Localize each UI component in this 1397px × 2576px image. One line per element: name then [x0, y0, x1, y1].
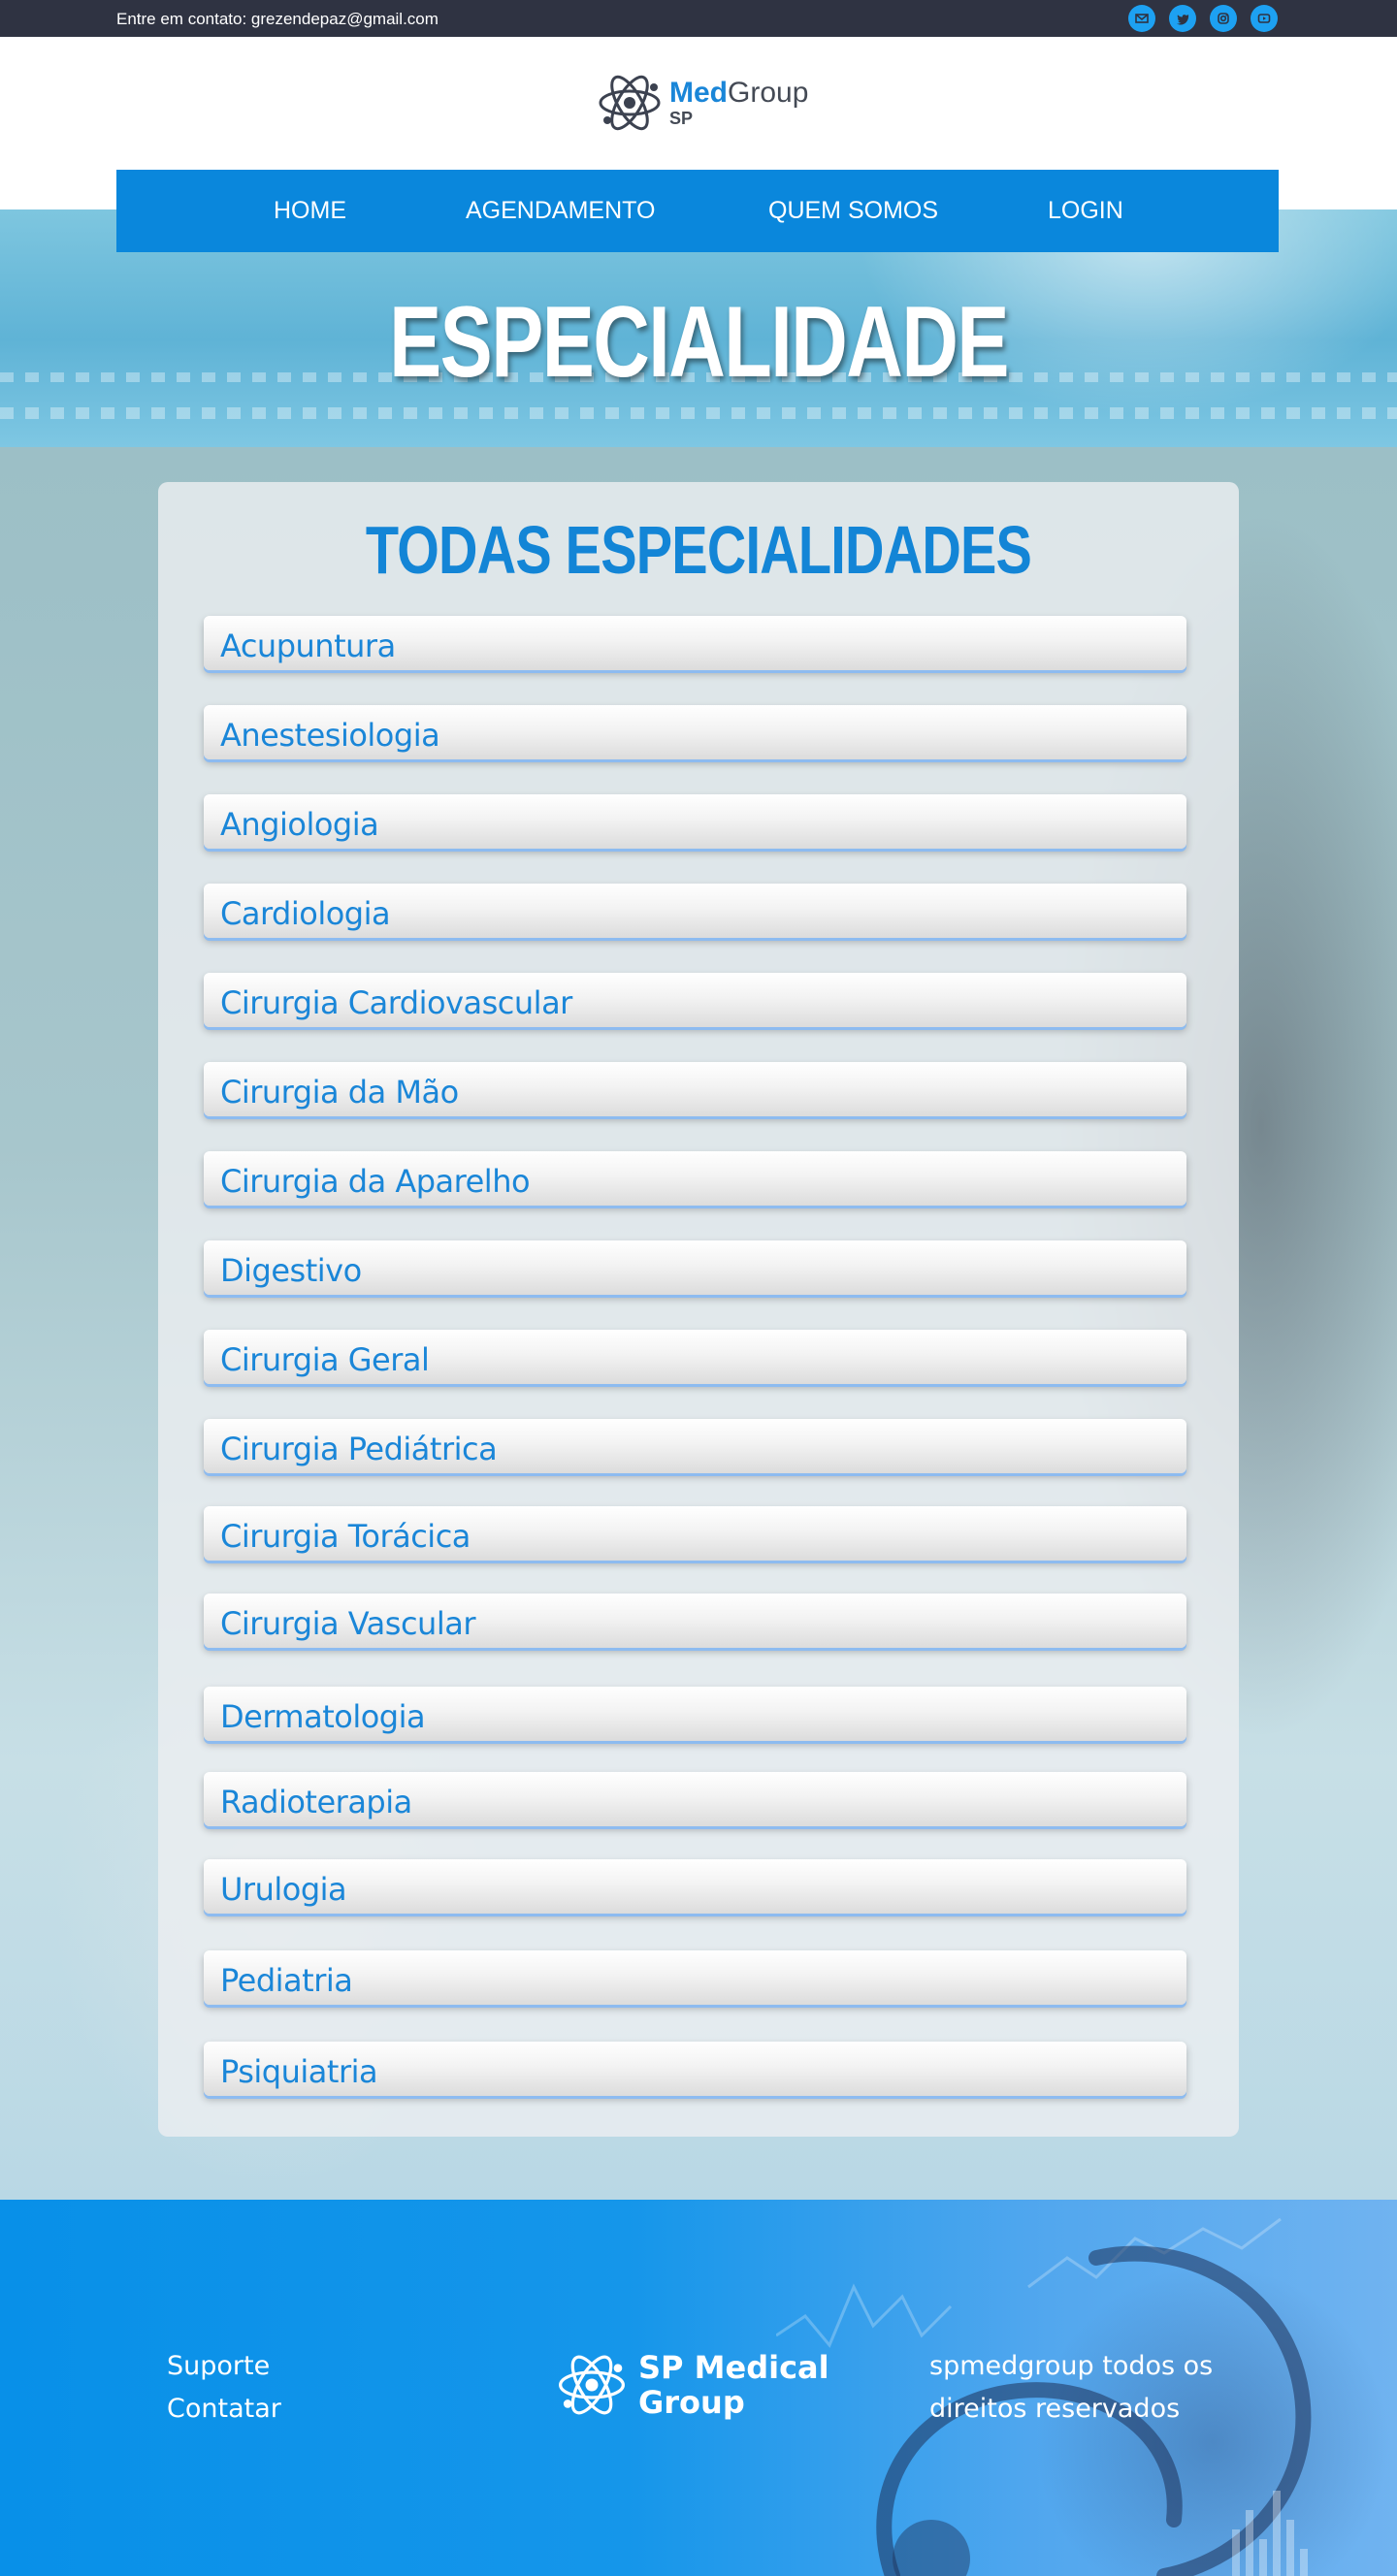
specialty-item[interactable]: Cardiologia	[204, 884, 1186, 938]
specialty-item[interactable]: Psiquiatria	[204, 2042, 1186, 2096]
specialty-label: Cirurgia Cardiovascular	[220, 984, 572, 1021]
footer-copyright: spmedgroup todos os direitos reservados	[929, 2351, 1214, 2424]
specialty-item[interactable]: Radioterapia	[204, 1772, 1186, 1826]
specialties-panel: TODAS ESPECIALIDADES Acupuntura Anestesi…	[158, 482, 1239, 2137]
specialty-label: Cirurgia Geral	[220, 1341, 430, 1378]
logo-group: Group	[728, 77, 809, 109]
footer-link-suporte[interactable]: Suporte	[167, 2345, 281, 2388]
specialty-label: Cirurgia Pediátrica	[220, 1431, 498, 1467]
specialty-label: Urulogia	[220, 1871, 347, 1908]
contact-email-text: Entre em contato: grezendepaz@gmail.com	[116, 10, 439, 28]
instagram-icon[interactable]	[1210, 5, 1237, 32]
specialty-item[interactable]: Cirurgia Pediátrica	[204, 1419, 1186, 1473]
specialty-label: Angiologia	[220, 806, 379, 843]
specialties-title: TODAS ESPECIALIDADES	[365, 512, 1032, 588]
specialty-item[interactable]: Acupuntura	[204, 616, 1186, 670]
atom-logo-icon	[559, 2355, 625, 2415]
nav-item-quem-somos[interactable]: QUEM SOMOS	[768, 197, 938, 225]
specialty-item[interactable]: Digestivo	[204, 1240, 1186, 1295]
youtube-icon[interactable]	[1251, 5, 1278, 32]
medgroup-logo[interactable]: MedGroup SP	[596, 66, 808, 140]
social-links	[1128, 5, 1278, 32]
specialty-item[interactable]: Pediatria	[204, 1950, 1186, 2005]
main-nav: HOME AGENDAMENTO QUEM SOMOS LOGIN	[116, 170, 1279, 252]
specialty-label: Pediatria	[220, 1962, 353, 1999]
logo-sp: SP	[669, 109, 694, 128]
top-bar: Entre em contato: grezendepaz@gmail.com	[0, 0, 1397, 37]
page-title: ESPECIALIDADE	[389, 286, 1009, 399]
specialty-label: Digestivo	[220, 1252, 362, 1289]
specialty-item[interactable]: Urulogia	[204, 1859, 1186, 1914]
specialty-label: Cirurgia da Aparelho	[220, 1163, 531, 1200]
footer-link-contatar[interactable]: Contatar	[167, 2388, 281, 2431]
specialty-label: Acupuntura	[220, 628, 396, 664]
specialty-item[interactable]: Cirurgia da Aparelho	[204, 1151, 1186, 1206]
specialty-label: Radioterapia	[220, 1784, 412, 1820]
specialty-item[interactable]: Cirurgia Geral	[204, 1330, 1186, 1384]
specialty-item[interactable]: Angiologia	[204, 794, 1186, 849]
nav-item-login[interactable]: LOGIN	[1048, 197, 1123, 225]
logo-wordmark: MedGroup SP	[669, 77, 809, 128]
specialty-label: Cirurgia Vascular	[220, 1605, 475, 1642]
specialty-item[interactable]: Cirurgia Vascular	[204, 1594, 1186, 1648]
specialty-label: Dermatologia	[220, 1698, 426, 1735]
footer: Suporte Contatar SP Medical Group spmedg…	[0, 2200, 1397, 2576]
specialty-item[interactable]: Cirurgia Torácica	[204, 1506, 1186, 1561]
footer-links: Suporte Contatar	[167, 2345, 281, 2431]
content-section: TODAS ESPECIALIDADES Acupuntura Anestesi…	[0, 447, 1397, 2200]
specialty-item[interactable]: Cirurgia Cardiovascular	[204, 973, 1186, 1027]
specialty-item[interactable]: Dermatologia	[204, 1687, 1186, 1741]
specialty-label: Cardiologia	[220, 895, 391, 932]
nav-item-home[interactable]: HOME	[274, 197, 346, 225]
footer-logo[interactable]: SP Medical Group	[555, 2345, 832, 2425]
logo-med: Med	[669, 77, 728, 109]
twitter-icon[interactable]	[1169, 5, 1196, 32]
specialty-label: Anestesiologia	[220, 717, 440, 754]
specialty-item[interactable]: Anestesiologia	[204, 705, 1186, 759]
specialty-item[interactable]: Cirurgia da Mão	[204, 1062, 1186, 1116]
nav-item-agendamento[interactable]: AGENDAMENTO	[466, 197, 655, 225]
email-icon[interactable]	[1128, 5, 1155, 32]
specialty-label: Cirurgia Torácica	[220, 1518, 471, 1555]
specialty-label: Psiquiatria	[220, 2053, 378, 2090]
atom-logo-icon	[599, 75, 661, 131]
footer-brand: SP Medical Group	[638, 2349, 829, 2421]
specialty-label: Cirurgia da Mão	[220, 1074, 459, 1111]
